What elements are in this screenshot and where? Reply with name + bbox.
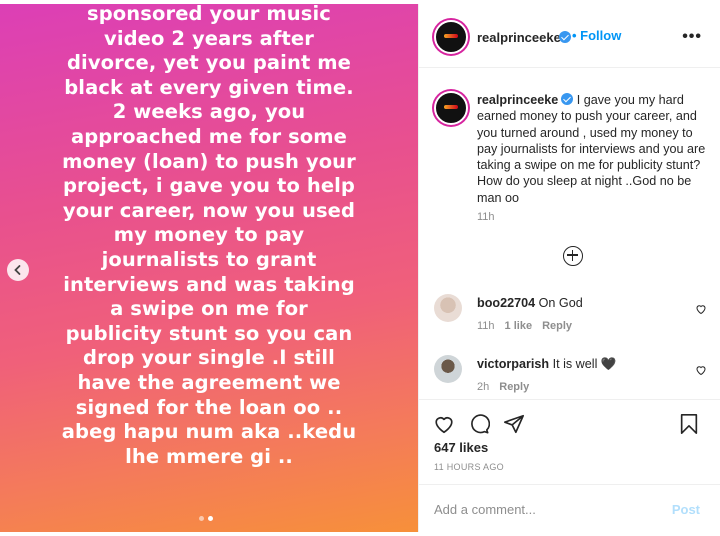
previous-slide-button[interactable] bbox=[7, 259, 29, 281]
caption-time: 11h bbox=[477, 211, 495, 223]
verified-badge-icon bbox=[559, 31, 571, 43]
carousel-dots bbox=[199, 516, 213, 521]
comment-input[interactable] bbox=[434, 499, 644, 519]
comment-icon[interactable] bbox=[468, 413, 490, 435]
comment-username[interactable]: boo22704 bbox=[477, 296, 535, 310]
comment-text: On God bbox=[538, 296, 583, 310]
media-text: sponsored your music video 2 years after… bbox=[61, 4, 357, 468]
share-icon[interactable] bbox=[503, 413, 525, 435]
comment-time: 2h bbox=[477, 381, 490, 393]
reply-button[interactable]: Reply bbox=[499, 381, 529, 393]
list-item: victorparish It is well 🖤 2h Reply bbox=[434, 355, 714, 403]
post-comment-button[interactable]: Post bbox=[672, 502, 700, 517]
avatar[interactable] bbox=[434, 91, 468, 125]
post-media: sponsored your music video 2 years after… bbox=[0, 4, 418, 532]
comment-line: boo22704 On God bbox=[477, 296, 583, 310]
caption-username[interactable]: realprinceeke bbox=[477, 93, 558, 107]
comment-meta: 11h 1 like Reply bbox=[477, 320, 572, 332]
heart-icon[interactable] bbox=[695, 303, 707, 315]
list-item: boo22704 On God 11h 1 like Reply bbox=[434, 294, 714, 342]
reply-button[interactable]: Reply bbox=[542, 320, 572, 332]
caption-body: I gave you my hard earned money to push … bbox=[477, 93, 706, 205]
comment-username[interactable]: victorparish bbox=[477, 357, 549, 371]
chevron-left-icon bbox=[14, 265, 21, 275]
heart-icon[interactable] bbox=[695, 364, 707, 376]
likes-count[interactable]: 647 likes bbox=[434, 440, 488, 455]
avatar[interactable] bbox=[434, 294, 462, 322]
carousel-dot-active bbox=[208, 516, 213, 521]
load-more-comments-icon[interactable] bbox=[563, 246, 583, 266]
post-header: realprinceeke • Follow ••• bbox=[419, 4, 720, 68]
post-actions: 647 likes 11 HOURS AGO bbox=[419, 399, 720, 479]
carousel-dot bbox=[199, 516, 204, 521]
comment-meta: 2h Reply bbox=[477, 381, 529, 393]
bookmark-icon[interactable] bbox=[679, 413, 699, 435]
comment-likes[interactable]: 1 like bbox=[505, 320, 533, 332]
avatar[interactable] bbox=[434, 20, 468, 54]
verified-badge-icon bbox=[561, 93, 574, 105]
follow-button[interactable]: • Follow bbox=[572, 28, 621, 43]
comment-text: It is well 🖤 bbox=[552, 357, 617, 371]
header-username[interactable]: realprinceeke bbox=[477, 30, 561, 45]
comment-line: victorparish It is well 🖤 bbox=[477, 357, 617, 372]
post-side-panel: realprinceeke • Follow ••• realprinceeke… bbox=[418, 4, 720, 532]
add-comment-bar: Post bbox=[419, 484, 720, 532]
post-date: 11 HOURS AGO bbox=[434, 462, 504, 472]
follow-label: Follow bbox=[580, 28, 622, 43]
avatar[interactable] bbox=[434, 355, 462, 383]
more-options-button[interactable]: ••• bbox=[682, 28, 702, 46]
caption-text: realprinceeke I gave you my hard earned … bbox=[477, 92, 715, 206]
comment-time: 11h bbox=[477, 320, 495, 332]
heart-icon[interactable] bbox=[433, 413, 455, 435]
